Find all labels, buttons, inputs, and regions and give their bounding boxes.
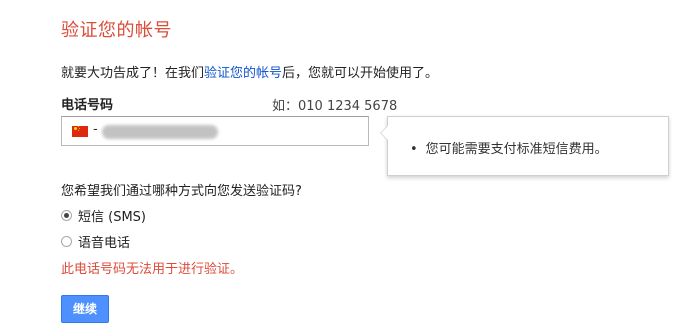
sms-radio[interactable] — [61, 210, 72, 221]
voice-call-option[interactable]: 语音电话 — [61, 232, 130, 251]
voice-call-radio[interactable] — [61, 236, 72, 247]
intro-text: 就要大功告成了！在我们验证您的帐号后，您就可以开始使用了。 — [61, 62, 438, 81]
phone-dash: - — [93, 122, 98, 137]
continue-button[interactable]: 继续 — [61, 295, 109, 323]
intro-text-before: 就要大功告成了！在我们 — [61, 66, 205, 81]
redacted-phone-number — [102, 125, 218, 139]
page-title: 验证您的帐号 — [61, 20, 172, 41]
delivery-method-question: 您希望我们通过哪种方式向您发送验证码? — [61, 184, 302, 199]
sms-option-label: 短信 (SMS) — [78, 210, 146, 225]
sms-option[interactable]: 短信 (SMS) — [61, 206, 146, 225]
tooltip-text: 您可能需要支付标准短信费用。 — [425, 142, 608, 157]
voice-call-option-label: 语音电话 — [78, 236, 131, 251]
phone-number-example: 如：010 1234 5678 — [272, 99, 398, 114]
tooltip-message: • 您可能需要支付标准短信费用。 — [410, 138, 608, 157]
phone-number-label: 电话号码 — [61, 98, 114, 113]
error-message: 此电话号码无法用于进行验证。 — [61, 262, 244, 277]
intro-text-after: 后，您就可以开始使用了。 — [282, 66, 439, 81]
verify-account-page: 验证您的帐号 就要大功告成了！在我们验证您的帐号后，您就可以开始使用了。 电话号… — [0, 0, 687, 335]
sms-fee-tooltip: • 您可能需要支付标准短信费用。 — [380, 116, 669, 176]
verify-account-link[interactable]: 验证您的帐号 — [204, 66, 282, 81]
phone-number-input[interactable]: - — [61, 116, 369, 146]
bullet-icon: • — [410, 142, 418, 157]
china-flag-icon[interactable] — [72, 126, 88, 137]
